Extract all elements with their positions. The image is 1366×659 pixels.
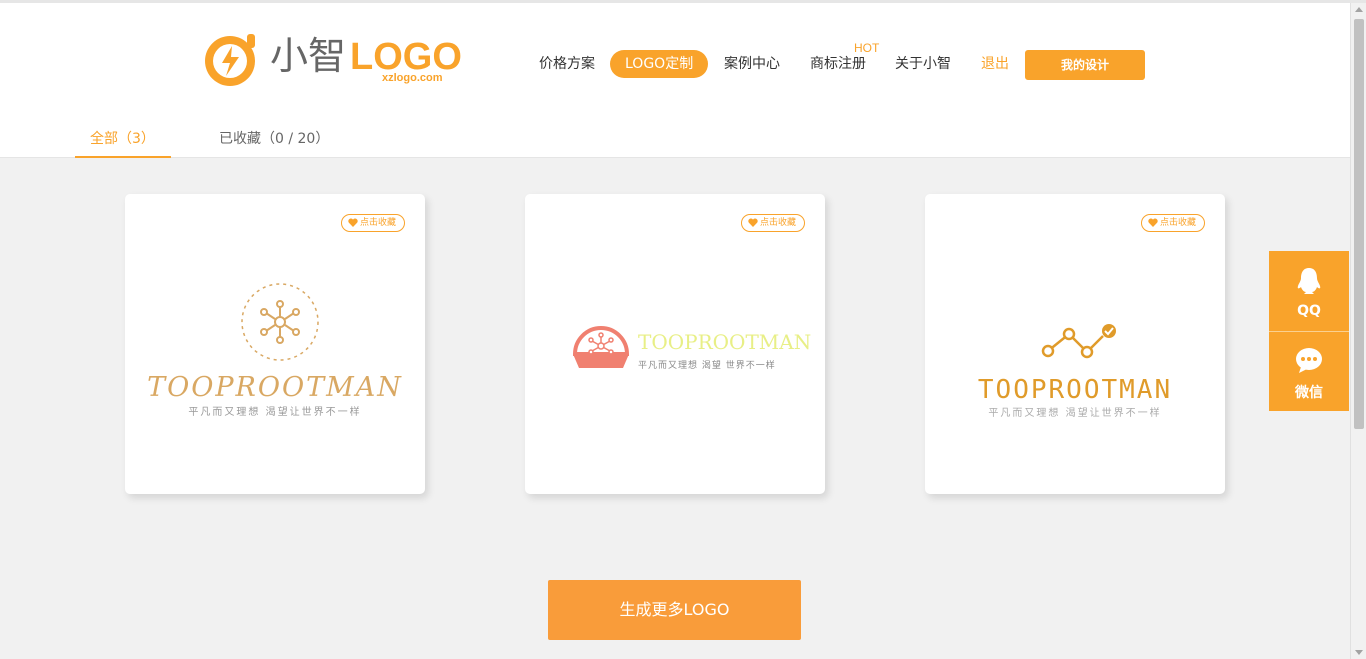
scrollbar-thumb[interactable]: [1354, 19, 1364, 429]
chart-check-icon: [1041, 324, 1116, 359]
logo-name: TOOPROOTMAN: [977, 375, 1173, 405]
chat-bubble-icon: [1296, 348, 1322, 373]
active-tab-indicator: [75, 156, 171, 158]
logo-name: TOOPROOTMAN: [147, 372, 403, 403]
logo-slogan: 平凡而又理想 渴望 世界不一样: [638, 361, 776, 371]
tab-collected[interactable]: 已收藏（0 / 20）: [219, 128, 329, 148]
nav-pricing[interactable]: 价格方案: [539, 50, 595, 78]
design-tabs: 全部（3） 已收藏（0 / 20）: [0, 123, 1350, 159]
logo-slogan: 平凡而又理想 渴望让世界不一样: [188, 407, 362, 418]
tab-all[interactable]: 全部（3）: [90, 128, 155, 148]
logo-card-3[interactable]: 点击收藏 TOOPROOTMAN 平凡而又理想 渴望让世界不一样: [925, 194, 1225, 494]
nav-logout[interactable]: 退出: [981, 50, 1009, 78]
wechat-contact-button[interactable]: 微信: [1269, 332, 1349, 411]
logo-name: TOOPROOTMAN: [638, 330, 812, 354]
generate-more-button[interactable]: 生成更多LOGO: [548, 580, 801, 640]
nav-cases[interactable]: 案例中心: [724, 50, 780, 78]
nav-logo-custom[interactable]: LOGO定制: [610, 50, 709, 78]
logo-card-1[interactable]: 点击收藏 TOOPROOTMAN 平凡而又理想 渴望让世界不一样: [125, 194, 425, 494]
scroll-down-arrow-icon[interactable]: [1355, 650, 1363, 655]
penguin-icon: [1297, 268, 1321, 294]
molecule-icon: [241, 283, 319, 361]
hot-badge: HOT: [854, 41, 880, 55]
main-nav: 价格方案 LOGO定制 案例中心 商标注册 关于小智 退出: [0, 50, 1350, 82]
heart-icon: [748, 218, 758, 227]
favorite-label: 点击收藏: [1159, 218, 1196, 228]
wechat-label: 微信: [1295, 385, 1323, 401]
favorite-button[interactable]: 点击收藏: [340, 214, 405, 232]
qq-label: QQ: [1297, 303, 1321, 319]
nav-about[interactable]: 关于小智: [895, 50, 951, 78]
logo-slogan: 平凡而又理想 渴望让世界不一样: [988, 408, 1162, 419]
favorite-button[interactable]: 点击收藏: [740, 214, 805, 232]
site-header: 小智 LOGO xzlogo.com 价格方案 LOGO定制 案例中心 商标注册 …: [0, 3, 1350, 158]
logo-card-2[interactable]: 点击收藏 TOOPROOTMAN 平凡而又理想 渴望 世界不一样: [525, 194, 825, 494]
favorite-label: 点击收藏: [359, 218, 396, 228]
favorite-button[interactable]: 点击收藏: [1140, 214, 1205, 232]
favorite-label: 点击收藏: [759, 218, 796, 228]
heart-icon: [348, 218, 358, 227]
qq-contact-button[interactable]: QQ: [1269, 251, 1349, 331]
dome-molecule-icon: [572, 326, 630, 368]
heart-icon: [1148, 218, 1158, 227]
page-scrollbar[interactable]: [1350, 3, 1366, 659]
scroll-up-arrow-icon[interactable]: [1355, 7, 1363, 12]
my-design-button[interactable]: 我的设计: [1025, 50, 1145, 80]
